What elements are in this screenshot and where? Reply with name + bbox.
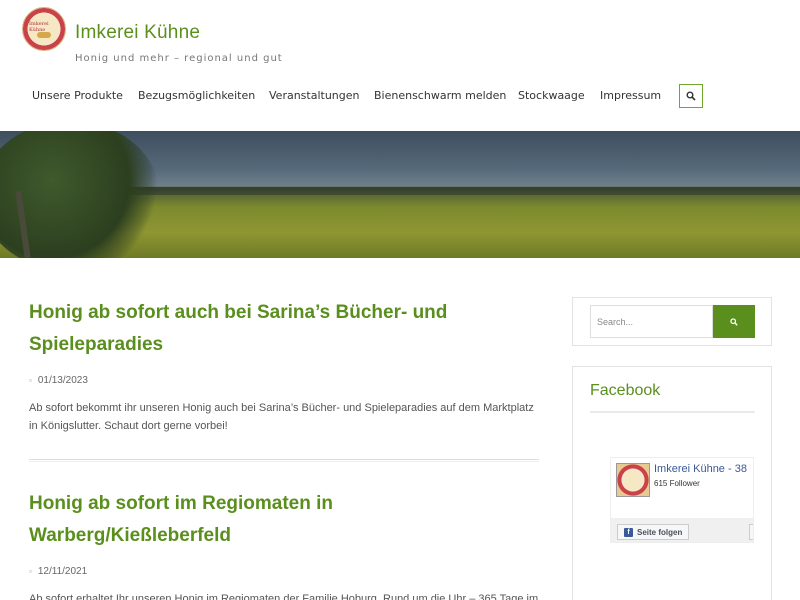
site-logo[interactable]: Imkerei Kühne [22, 7, 66, 51]
calendar-icon: ▫ [29, 567, 32, 576]
sidebar-search-input[interactable]: Search... [590, 305, 713, 338]
nav-item-bienenschwarm-melden[interactable]: Bienenschwarm melden [374, 89, 506, 102]
site-tagline: Honig und mehr – regional und gut [75, 53, 283, 64]
header-search-button[interactable] [679, 84, 703, 108]
facebook-share-button[interactable] [749, 524, 753, 540]
post-excerpt: Ab sofort bekommt ihr unseren Honig auch… [29, 402, 534, 432]
post-date[interactable]: ▫ 01/13/2023 [29, 375, 88, 386]
header-banner-image [0, 131, 800, 258]
facebook-page-plugin: Imkerei Kühne - 38 615 Follower f Seite … [610, 457, 754, 543]
search-icon [686, 91, 696, 101]
post-date[interactable]: ▫ 12/11/2021 [29, 566, 87, 577]
sidebar-facebook-widget: Facebook Imkerei Kühne - 38 615 Follower… [572, 366, 772, 600]
post-title[interactable]: Honig ab sofort auch bei Sarina’s Bücher… [29, 297, 529, 361]
facebook-widget-heading: Facebook [590, 382, 661, 399]
facebook-action-bar: f Seite folgen [611, 518, 753, 542]
post-divider [29, 459, 539, 462]
search-icon [730, 317, 738, 326]
nav-item-bezugsmoeglichkeiten[interactable]: Bezugsmöglichkeiten [138, 89, 255, 102]
facebook-follow-button[interactable]: f Seite folgen [617, 524, 690, 540]
site-title[interactable]: Imkerei Kühne [75, 22, 200, 44]
calendar-icon: ▫ [29, 376, 32, 385]
facebook-icon: f [624, 527, 633, 537]
facebook-follow-label: Seite folgen [637, 527, 683, 537]
post-excerpt: Ab sofort erhaltet Ihr unseren Honig im … [29, 593, 539, 600]
nav-item-stockwaage[interactable]: Stockwaage [518, 89, 585, 102]
sidebar-search-button[interactable] [713, 305, 755, 338]
facebook-page-avatar[interactable] [616, 463, 650, 497]
widget-heading-underline [590, 411, 755, 413]
sidebar-search-widget: Search... [572, 297, 772, 346]
nav-item-unsere-produkte[interactable]: Unsere Produkte [32, 89, 123, 102]
post-title[interactable]: Honig ab sofort im Regiomaten in Warberg… [29, 488, 529, 552]
nav-item-impressum[interactable]: Impressum [600, 89, 661, 102]
facebook-follower-count: 615 Follower [654, 479, 700, 488]
facebook-page-name[interactable]: Imkerei Kühne - 38 [654, 463, 747, 475]
nav-item-veranstaltungen[interactable]: Veranstaltungen [269, 89, 360, 102]
post-date-text: 01/13/2023 [37, 375, 88, 386]
post-date-text: 12/11/2021 [37, 566, 88, 577]
logo-bee-emblem [37, 32, 51, 38]
